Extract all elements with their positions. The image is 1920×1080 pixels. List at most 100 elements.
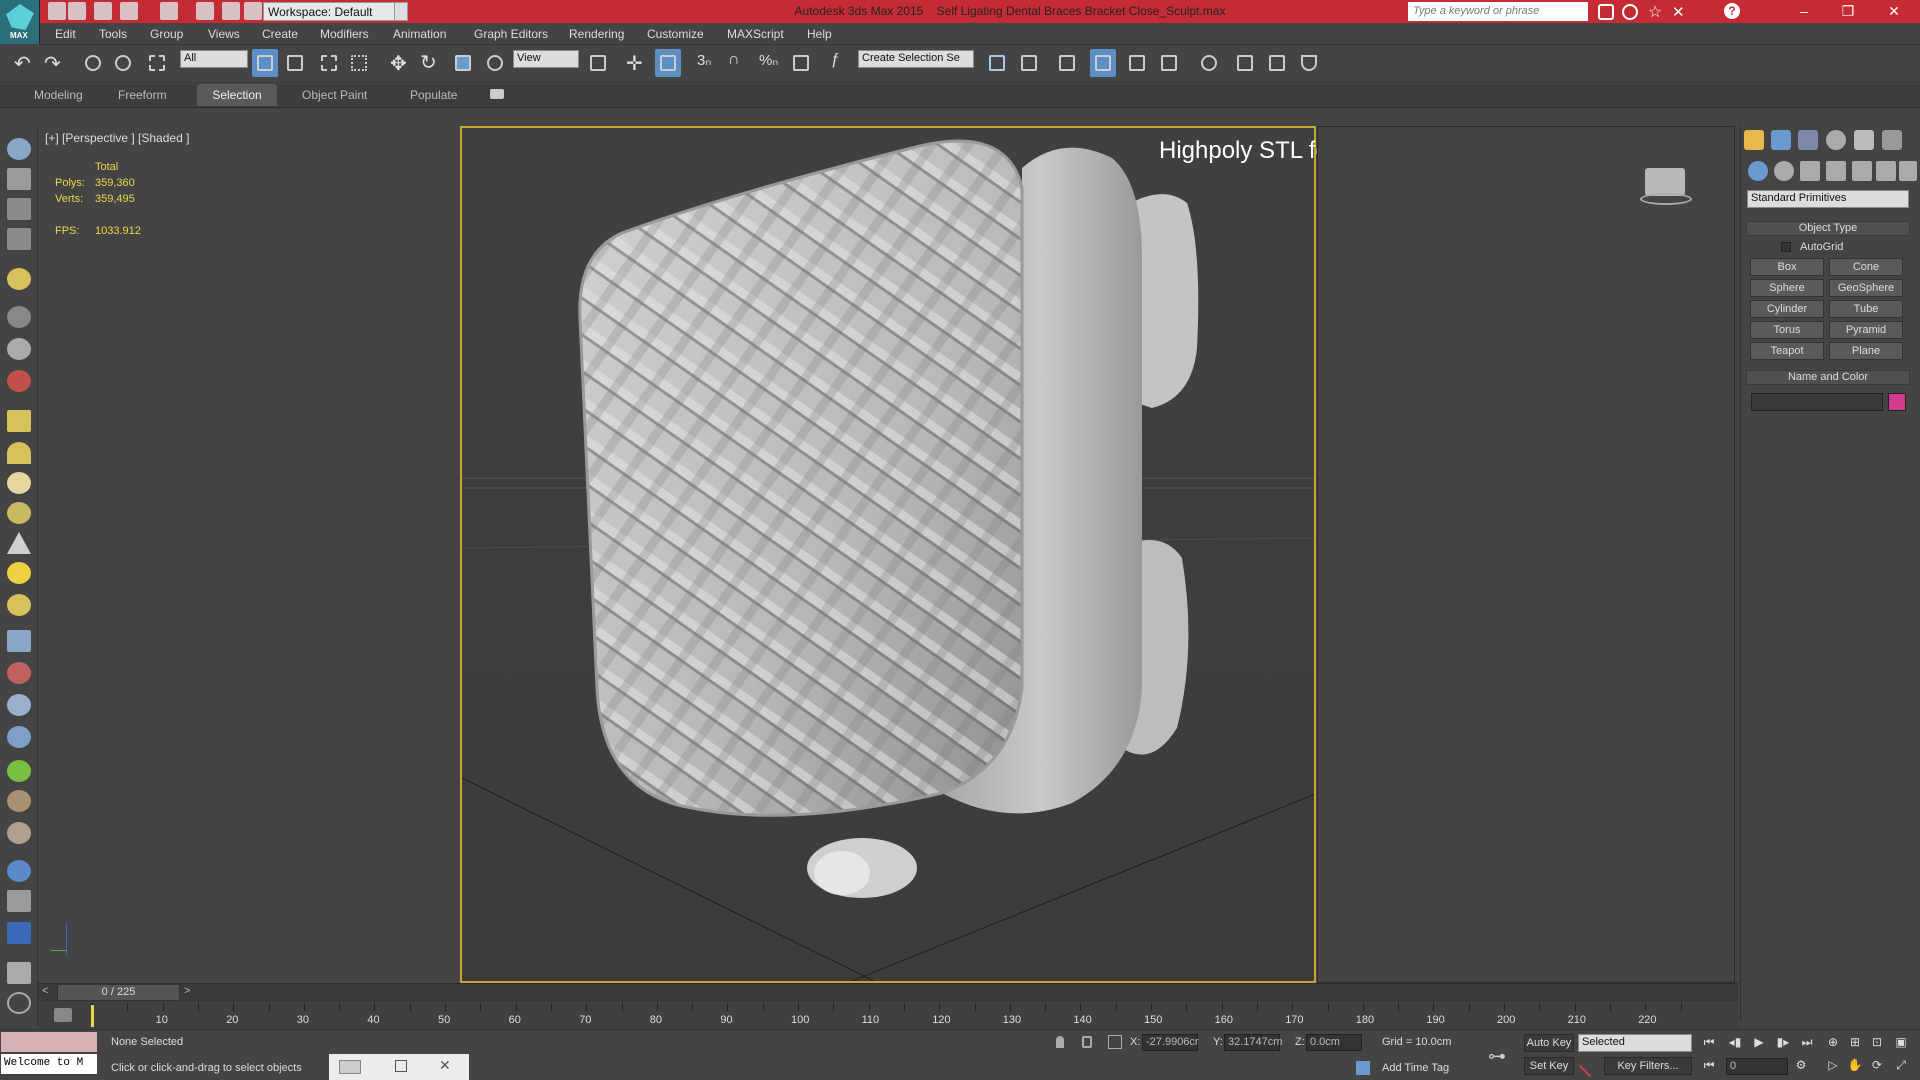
toolbox-icon[interactable]: [7, 962, 31, 984]
pyramid-button[interactable]: Pyramid: [1829, 321, 1903, 339]
search-input[interactable]: Type a keyword or phrase: [1408, 2, 1588, 21]
place-icon[interactable]: [482, 49, 508, 77]
application-menu-button[interactable]: MAX: [0, 0, 40, 44]
tube-button[interactable]: Tube: [1829, 300, 1903, 318]
torus-button[interactable]: Torus: [1750, 321, 1824, 339]
keyboard-shortcut-override-icon[interactable]: [655, 49, 681, 77]
material-editor-icon[interactable]: [1196, 49, 1222, 77]
ribbon-options-icon[interactable]: [490, 89, 504, 99]
cylinder-button[interactable]: Cylinder: [1750, 300, 1824, 318]
geometry-icon[interactable]: [1748, 161, 1768, 181]
pan-icon[interactable]: ✋: [1846, 1058, 1864, 1074]
gear-icon[interactable]: [7, 726, 31, 748]
menu-tools[interactable]: Tools: [99, 27, 127, 41]
box-button[interactable]: Box: [1750, 258, 1824, 276]
lock-icon[interactable]: [1082, 1036, 1092, 1048]
isolate-selection-icon[interactable]: [1056, 1036, 1064, 1048]
orbit-icon[interactable]: ⟳: [1868, 1058, 1886, 1074]
tab-freeform[interactable]: Freeform: [106, 84, 179, 106]
lightbulb-icon[interactable]: [7, 268, 31, 290]
auto-key-button[interactable]: Auto Key: [1524, 1034, 1574, 1052]
time-slider[interactable]: 0 / 225: [57, 984, 180, 1001]
name-color-rollout-header[interactable]: Name and Color: [1746, 370, 1910, 385]
go-to-start-icon[interactable]: ⏮: [1700, 1035, 1718, 1051]
track-bar[interactable]: 10 20 30 40 50 60 70 80 90 100 110 120 130 140 150 160 1…: [38, 1003, 1738, 1029]
cloth-icon[interactable]: [7, 822, 31, 844]
particle-icon[interactable]: [7, 630, 31, 652]
globe-icon[interactable]: [7, 860, 31, 882]
undo-icon[interactable]: [120, 2, 138, 20]
hold-icon[interactable]: [222, 2, 240, 20]
geosphere-button[interactable]: GeoSphere: [1829, 279, 1903, 297]
scene-explorer-icon[interactable]: [7, 168, 31, 190]
menu-maxscript[interactable]: MAXScript: [727, 27, 784, 41]
display-panel-icon[interactable]: [1854, 130, 1874, 150]
tab-selection[interactable]: Selection: [197, 84, 277, 106]
menu-group[interactable]: Group: [150, 27, 183, 41]
object-name-field[interactable]: [1751, 393, 1883, 411]
left-viewport-area[interactable]: [39, 126, 459, 983]
key-mode-toggle-icon[interactable]: ⏮: [1700, 1058, 1718, 1074]
close-button[interactable]: ✕: [1872, 0, 1916, 23]
menu-modifiers[interactable]: Modifiers: [320, 27, 369, 41]
open-file-icon[interactable]: [68, 2, 86, 20]
key-mode-dropdown[interactable]: Selected: [1578, 1034, 1692, 1052]
x-coordinate-field[interactable]: -27.9906cr: [1142, 1034, 1199, 1051]
grid-icon[interactable]: [7, 228, 31, 250]
undo-button[interactable]: ↶: [10, 49, 36, 77]
dynamics-icon[interactable]: [7, 662, 31, 684]
y-coordinate-field[interactable]: 32.1747cm: [1224, 1034, 1282, 1051]
align-icon[interactable]: [1016, 49, 1042, 77]
menu-animation[interactable]: Animation: [393, 27, 446, 41]
taskbar-thumbnail[interactable]: ✕: [329, 1054, 469, 1080]
current-frame-marker[interactable]: [91, 1005, 94, 1027]
restore-button[interactable]: ❐: [1826, 0, 1870, 23]
move-icon[interactable]: ✥: [386, 49, 412, 77]
plane-icon[interactable]: [7, 410, 31, 432]
angle-snap-icon[interactable]: ∩: [724, 49, 750, 77]
window-crossing-icon[interactable]: [346, 49, 372, 77]
menu-create[interactable]: Create: [262, 27, 298, 41]
zoom-extents-all-icon[interactable]: ▣: [1892, 1035, 1910, 1051]
object-type-rollout-header[interactable]: Object Type: [1746, 221, 1910, 236]
hierarchy-panel-icon[interactable]: [1798, 130, 1818, 150]
select-by-name-icon[interactable]: [282, 49, 308, 77]
maximize-viewport-icon[interactable]: ⤢: [1892, 1058, 1910, 1074]
field-of-view-icon[interactable]: ▷: [1824, 1058, 1842, 1074]
compound-icon[interactable]: [7, 694, 31, 716]
right-viewport-area[interactable]: [1317, 126, 1735, 983]
current-frame-field[interactable]: 0: [1726, 1058, 1788, 1075]
layer-explorer-icon[interactable]: [1054, 49, 1080, 77]
teapot-button[interactable]: Teapot: [1750, 342, 1824, 360]
object-color-swatch[interactable]: [1888, 393, 1906, 411]
add-time-tag[interactable]: Add Time Tag: [1382, 1062, 1449, 1074]
snaps-toggle-icon[interactable]: 3ₙ: [694, 49, 720, 77]
time-slider-track[interactable]: [38, 983, 1738, 1002]
viewport-label[interactable]: [+] [Perspective ] [Shaded ]: [45, 131, 189, 145]
graphite-ribbon-icon[interactable]: [1090, 49, 1116, 77]
schematic-view-icon[interactable]: [1156, 49, 1182, 77]
sphere-icon[interactable]: [7, 472, 31, 494]
redo-button[interactable]: ↷: [40, 49, 66, 77]
spinner-snap-icon[interactable]: [788, 49, 814, 77]
save-file-icon[interactable]: [94, 2, 112, 20]
prev-frame-icon[interactable]: <: [42, 985, 48, 997]
zoom-icon[interactable]: ⊕: [1824, 1035, 1842, 1051]
viewcube-icon[interactable]: [1645, 168, 1685, 196]
curve-editor-icon[interactable]: [1124, 49, 1150, 77]
layers-icon[interactable]: [7, 198, 31, 220]
menu-graph-editors[interactable]: Graph Editors: [474, 27, 548, 41]
teapot-icon[interactable]: [7, 138, 31, 160]
menu-edit[interactable]: Edit: [55, 27, 76, 41]
shapes-icon[interactable]: [1774, 161, 1794, 181]
menu-help[interactable]: Help: [807, 27, 832, 41]
key-icon[interactable]: [1622, 4, 1638, 20]
help-icon[interactable]: ?: [1724, 3, 1740, 19]
viewcube-ring[interactable]: [1640, 193, 1692, 205]
select-manipulate-icon[interactable]: ✛: [622, 49, 648, 77]
next-frame-button-icon[interactable]: ▮▸: [1774, 1035, 1792, 1051]
foliage-icon[interactable]: [7, 760, 31, 782]
sphere-button[interactable]: Sphere: [1750, 279, 1824, 297]
camera-icon[interactable]: [7, 306, 31, 328]
binoculars-icon[interactable]: [1598, 4, 1614, 20]
